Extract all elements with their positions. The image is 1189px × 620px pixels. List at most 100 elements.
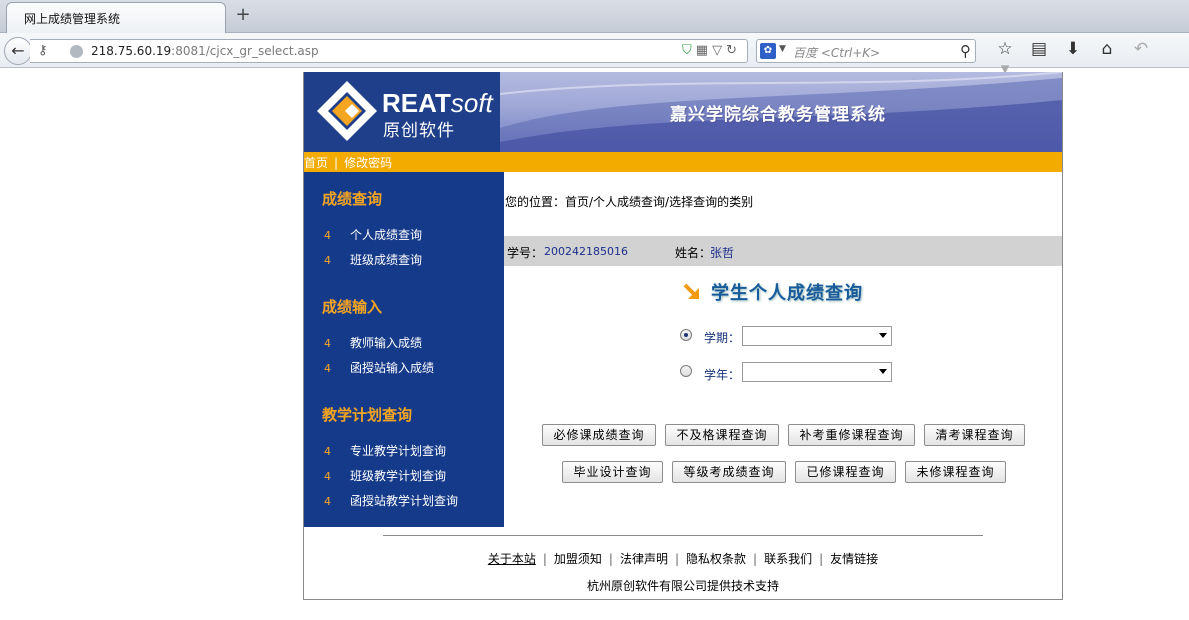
reatsoft-logo-icon — [317, 81, 377, 141]
sidebar-item-personal-grades[interactable]: 4 个人成绩查询 — [324, 226, 422, 243]
dropdown-caret-icon — [879, 369, 887, 374]
system-title: 嘉兴学院综合教务管理系统 — [670, 105, 886, 125]
nav-home-link[interactable]: 首页 — [304, 156, 328, 170]
arrow-down-right-icon — [683, 283, 699, 299]
sidebar-item-label: 班级成绩查询 — [350, 253, 423, 267]
footer-support-text: 杭州原创软件有限公司提供技术支持 — [586, 579, 779, 593]
site-header: REATsoft 原创软件 嘉兴学院综合教务管理系统 — [304, 72, 1062, 152]
sidebar-item-label: 函授站输入成绩 — [350, 361, 435, 375]
address-bar-icons: ⛉▦▽↻ — [682, 43, 741, 58]
year-radio[interactable] — [680, 365, 692, 377]
bullet-icon: 4 — [324, 362, 331, 375]
nav-separator: | — [334, 156, 339, 170]
logo-area: REATsoft 原创软件 — [304, 72, 500, 152]
back-arrow-icon: ← — [11, 41, 25, 60]
breadcrumb: 您的位置：首页/个人成绩查询/选择查询的类别 — [505, 195, 754, 209]
top-nav-bar: 首页 | 修改密码 — [304, 152, 1062, 172]
footer-link-about[interactable]: 关于本站 — [488, 552, 536, 566]
tab-title: 网上成绩管理系统 — [24, 12, 121, 26]
footer-separator: | — [819, 552, 824, 566]
qr-code-icon[interactable]: ▦ — [696, 43, 712, 58]
student-info-bar: 学号： 200242185016 姓名： 张哲 — [504, 236, 1062, 266]
logo-brand: REATsoft — [382, 88, 493, 119]
url-host: 218.75.60.19 — [91, 44, 172, 58]
uncompleted-courses-button[interactable]: 未修课程查询 — [905, 461, 1006, 483]
completed-courses-button[interactable]: 已修课程查询 — [795, 461, 896, 483]
footer-links: 关于本站 | 加盟须知 | 法律声明 | 隐私权条款 | 联系我们 | 友情链接 — [304, 550, 1062, 567]
new-tab-button[interactable]: + — [234, 4, 252, 26]
footer-separator: | — [608, 552, 613, 566]
footer-link-join[interactable]: 加盟须知 — [554, 552, 602, 566]
search-icon[interactable]: ⚲ — [960, 42, 971, 60]
sidebar-item-major-plan[interactable]: 4 专业教学计划查询 — [324, 442, 446, 459]
sidebar-item-class-plan[interactable]: 4 班级教学计划查询 — [324, 467, 446, 484]
sidebar-section-grade-query: 成绩查询 — [322, 190, 383, 208]
footer-separator: | — [542, 552, 547, 566]
bookmark-star-icon[interactable]: ☆ — [988, 39, 1022, 59]
graduation-design-query-button[interactable]: 毕业设计查询 — [562, 461, 663, 483]
reload-icon[interactable]: ↻ — [726, 43, 741, 58]
term-select[interactable] — [742, 326, 892, 346]
reading-list-icon[interactable]: ▤ — [1022, 39, 1056, 59]
sidebar-item-label: 专业教学计划查询 — [350, 444, 447, 458]
sidebar-item-station-plan[interactable]: 4 函授站教学计划查询 — [324, 492, 458, 509]
globe-icon[interactable] — [70, 45, 83, 58]
sidebar-item-station-input[interactable]: 4 函授站输入成绩 — [324, 359, 434, 376]
level-exam-grades-button[interactable]: 等级考成绩查询 — [672, 461, 786, 483]
student-id-label: 学号： — [507, 246, 544, 260]
logo-chinese-name: 原创软件 — [383, 121, 455, 141]
logo-brand-main: REAT — [382, 88, 451, 118]
footer-link-privacy[interactable]: 隐私权条款 — [686, 552, 746, 566]
browser-tab[interactable]: 网上成绩管理系统 — [6, 2, 226, 33]
search-placeholder: 百度 <Ctrl+K> — [793, 46, 881, 60]
main-content: 您的位置：首页/个人成绩查询/选择查询的类别 学号： 200242185016 … — [504, 172, 1062, 527]
required-course-grades-button[interactable]: 必修课成绩查询 — [542, 424, 656, 446]
year-select[interactable] — [742, 362, 892, 382]
sidebar-section-plan-query: 教学计划查询 — [322, 406, 413, 424]
history-dropdown-icon[interactable]: ▽ — [712, 43, 726, 58]
footer-link-contact[interactable]: 联系我们 — [764, 552, 812, 566]
browser-nav-bar: ← ⚷ 218.75.60.19:8081/cjcx_gr_select.asp… — [0, 33, 1189, 79]
year-label: 学年： — [704, 368, 741, 382]
footer-divider — [383, 535, 983, 536]
download-icon[interactable]: ⬇ — [1056, 39, 1090, 59]
undo-icon[interactable]: ↶ — [1124, 39, 1158, 59]
sidebar-item-label: 个人成绩查询 — [350, 228, 423, 242]
url-text[interactable]: 218.75.60.19:8081/cjcx_gr_select.asp — [91, 44, 319, 58]
page-container: REATsoft 原创软件 嘉兴学院综合教务管理系统 首页 | 修改密码 成绩查询 … — [303, 72, 1063, 600]
footer-link-legal[interactable]: 法律声明 — [620, 552, 668, 566]
clear-exam-query-button[interactable]: 清考课程查询 — [924, 424, 1025, 446]
bullet-icon: 4 — [324, 495, 331, 508]
student-name-value: 张哲 — [710, 246, 735, 260]
sidebar-item-label: 教师输入成绩 — [350, 336, 423, 350]
query-title: 学生个人成绩查询 — [711, 283, 863, 304]
address-bar[interactable]: ⚷ 218.75.60.19:8081/cjcx_gr_select.asp ⛉… — [30, 39, 748, 63]
browser-toolbar: ☆ ▤ ⬇ ⌂ ↶▾ — [988, 39, 1189, 79]
shield-icon[interactable]: ⛉ — [682, 43, 696, 58]
dropdown-caret-icon — [879, 333, 887, 338]
nav-change-password-link[interactable]: 修改密码 — [344, 156, 392, 170]
makeup-retake-query-button[interactable]: 补考重修课程查询 — [788, 424, 915, 446]
footer-link-friends[interactable]: 友情链接 — [830, 552, 878, 566]
student-name-label: 姓名： — [675, 246, 712, 260]
key-icon[interactable]: ⚷ — [38, 43, 48, 58]
bullet-icon: 4 — [324, 337, 331, 350]
sidebar-item-class-grades[interactable]: 4 班级成绩查询 — [324, 251, 422, 268]
term-radio[interactable] — [680, 329, 692, 341]
footer-separator: | — [674, 552, 680, 566]
browser-tab-bar: 网上成绩管理系统 + — [0, 0, 1189, 33]
bullet-icon: 4 — [324, 470, 331, 483]
footer-separator: | — [753, 552, 758, 566]
failed-course-query-button[interactable]: 不及格课程查询 — [665, 424, 779, 446]
baidu-paw-icon[interactable]: ✿ — [760, 43, 776, 59]
term-label: 学期： — [704, 331, 741, 345]
sidebar-item-teacher-input[interactable]: 4 教师输入成绩 — [324, 334, 422, 351]
home-icon[interactable]: ⌂ — [1090, 39, 1124, 59]
back-button[interactable]: ← — [4, 37, 32, 65]
bullet-icon: 4 — [324, 254, 331, 267]
search-box[interactable]: ✿ ▼ 百度 <Ctrl+K> ⚲ — [756, 39, 976, 63]
sidebar-section-grade-input: 成绩输入 — [322, 298, 383, 316]
sidebar-item-label: 班级教学计划查询 — [350, 469, 447, 483]
bullet-icon: 4 — [324, 229, 331, 242]
search-engine-dropdown-icon[interactable]: ▼ — [779, 44, 786, 54]
